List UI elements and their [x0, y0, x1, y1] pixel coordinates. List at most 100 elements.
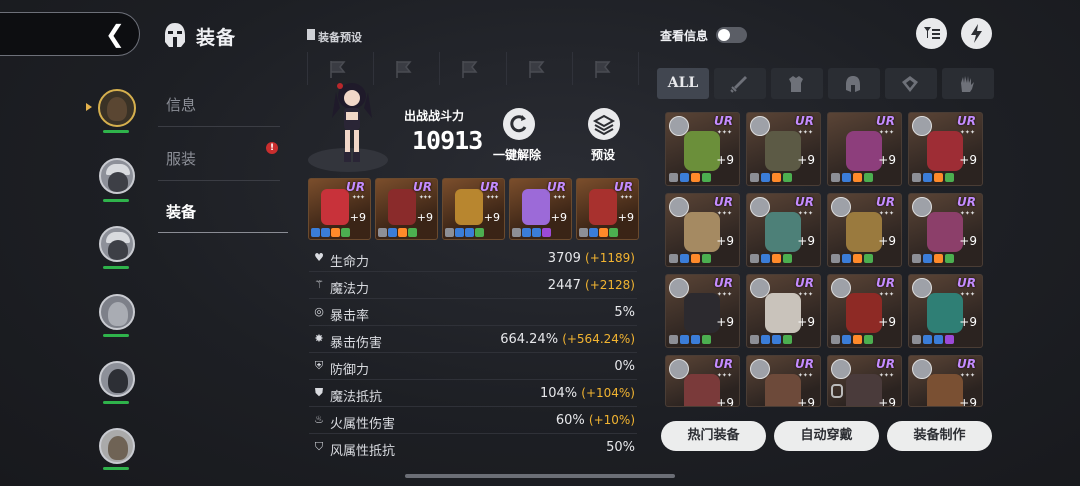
tab-accessory[interactable]: [885, 68, 937, 99]
equipment-art: [927, 374, 963, 406]
page-title: 装备: [196, 27, 237, 49]
preset-button[interactable]: [588, 108, 620, 140]
nav-divider: [158, 126, 280, 127]
rarity-label: UR: [957, 357, 976, 371]
rarity-label: UR: [480, 180, 499, 194]
rarity-label: UR: [614, 180, 633, 194]
selected-arrow-icon: [86, 103, 92, 111]
rarity-label: UR: [547, 180, 566, 194]
filter-sort-button[interactable]: [916, 18, 947, 49]
preset-label: 装备预设: [318, 31, 362, 44]
star-icon: ✦✦✦: [351, 194, 365, 201]
inventory-item[interactable]: UR ✦✦✦ +9: [827, 112, 902, 186]
inventory-item[interactable]: UR ✦✦✦ +9: [908, 112, 983, 186]
wand-icon: ⚚: [314, 278, 324, 291]
inventory-item[interactable]: UR ✦✦✦ +9: [665, 355, 740, 407]
equipped-slot[interactable]: UR ✦✦✦ +9: [509, 178, 572, 240]
tab-glove[interactable]: [942, 68, 994, 99]
stat-bonus: (+104%): [581, 386, 635, 400]
back-button[interactable]: ❮: [0, 12, 140, 56]
flag-icon: [396, 61, 412, 78]
stat-base-value: 664.24%: [500, 332, 559, 347]
tab-helmet[interactable]: [828, 68, 880, 99]
star-icon: ✦✦✦: [959, 129, 975, 136]
tab-all[interactable]: ALL: [657, 68, 709, 99]
hot-equipment-button[interactable]: 热门装备: [661, 421, 766, 451]
preset-slot[interactable]: [573, 52, 640, 85]
enhance-level: +9: [797, 315, 815, 329]
star-icon: ✦✦✦: [797, 291, 813, 298]
inventory-item[interactable]: UR ✦✦✦ +9: [746, 112, 821, 186]
lock-icon: [831, 384, 843, 398]
stat-base-value: 5%: [614, 305, 635, 320]
inventory-item[interactable]: UR ✦✦✦ +9: [827, 355, 902, 407]
equipped-slot[interactable]: UR ✦✦✦ +9: [442, 178, 505, 240]
stat-row: ⛊ 魔法抵抗 104% (+104%): [309, 381, 637, 407]
armor-icon: [789, 76, 803, 92]
character-avatar[interactable]: [99, 226, 135, 262]
tab-weapon[interactable]: [714, 68, 766, 99]
stat-bonus: (+1189): [585, 251, 635, 265]
reset-icon: [510, 115, 527, 133]
enhance-level: +9: [959, 234, 977, 248]
stat-value: 60% (+10%): [556, 413, 635, 428]
inventory-item[interactable]: UR ✦✦✦ +9: [746, 193, 821, 267]
enhance-level: +9: [878, 315, 896, 329]
character-avatar[interactable]: [99, 361, 135, 397]
equipment-art: [927, 293, 963, 333]
preset-slot[interactable]: [440, 52, 507, 85]
character-avatar[interactable]: [99, 428, 135, 464]
equipped-slot[interactable]: UR ✦✦✦ +9: [576, 178, 639, 240]
character-avatar[interactable]: [98, 89, 136, 127]
star-icon: ✦✦✦: [878, 210, 894, 217]
quick-action-button[interactable]: [961, 18, 992, 49]
equipment-art: [846, 131, 882, 171]
rarity-label: UR: [957, 276, 976, 290]
tab-armor[interactable]: [771, 68, 823, 99]
inventory-item[interactable]: UR ✦✦✦ +9: [746, 355, 821, 407]
preset-slot[interactable]: [507, 52, 573, 85]
inventory-item[interactable]: UR ✦✦✦ +9: [665, 112, 740, 186]
unequip-all-button[interactable]: [503, 108, 535, 140]
rarity-label: UR: [957, 195, 976, 209]
unequip-all-label: 一键解除: [493, 148, 542, 162]
stat-value: 664.24% (+564.24%): [500, 332, 635, 347]
equipped-slot[interactable]: UR ✦✦✦ +9: [375, 178, 438, 240]
wind-shield-icon: ⛉: [314, 440, 324, 453]
craft-equipment-button[interactable]: 装备制作: [887, 421, 992, 451]
view-info-toggle[interactable]: [716, 27, 747, 43]
scrollbar[interactable]: [405, 474, 675, 478]
stat-row: ◎ 暴击率 5%: [309, 300, 637, 326]
preset-slot[interactable]: [374, 52, 441, 85]
rarity-label: UR: [346, 180, 365, 194]
nav-item-info[interactable]: 信息: [158, 94, 288, 115]
enhance-level: +9: [716, 396, 734, 407]
inventory-item[interactable]: UR ✦✦✦ +9: [908, 274, 983, 348]
preset-button-label: 预设: [591, 148, 616, 162]
enhance-level: +9: [959, 315, 977, 329]
inventory-item[interactable]: UR ✦✦✦ +9: [665, 274, 740, 348]
inventory-item[interactable]: UR ✦✦✦ +9: [665, 193, 740, 267]
inventory-item[interactable]: UR ✦✦✦ +9: [827, 193, 902, 267]
inventory-item[interactable]: UR ✦✦✦ +9: [908, 355, 983, 407]
auto-equip-button[interactable]: 自动穿戴: [774, 421, 879, 451]
enhance-level: +9: [617, 211, 634, 224]
inventory-item[interactable]: UR ✦✦✦ +9: [827, 274, 902, 348]
helmet-icon: [846, 76, 860, 92]
stat-name: 防御力: [330, 363, 370, 378]
star-icon: ✦✦✦: [797, 210, 813, 217]
equipment-art: [388, 189, 416, 225]
inventory-item[interactable]: UR ✦✦✦ +9: [908, 193, 983, 267]
rarity-label: UR: [876, 357, 895, 371]
stat-row: ✸ 暴击伤害 664.24% (+564.24%): [309, 327, 637, 353]
nav-item-equipment[interactable]: 装备: [158, 201, 288, 222]
stat-base-value: 60%: [555, 413, 585, 428]
equipped-slot[interactable]: UR ✦✦✦ +9: [308, 178, 371, 240]
inventory-item[interactable]: UR ✦✦✦ +9: [746, 274, 821, 348]
star-icon: ✦✦✦: [485, 194, 499, 201]
rune-slots: [912, 254, 954, 263]
combat-power-value: 10913: [412, 126, 483, 155]
character-avatar[interactable]: [99, 294, 135, 330]
rune-slots: [669, 173, 711, 182]
character-avatar[interactable]: [99, 158, 135, 194]
